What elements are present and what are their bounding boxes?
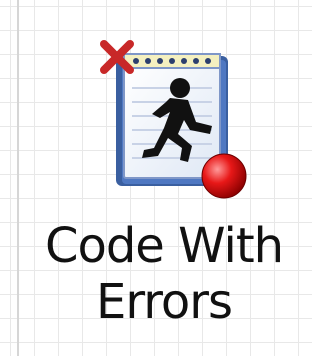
item-label: Code With Errors (36, 218, 292, 330)
item-label-line2: Errors (95, 274, 233, 330)
item-label-line1: Code With (44, 218, 284, 274)
panel-divider (17, 0, 19, 356)
breakpoint-icon (201, 153, 247, 199)
script-error-icon (100, 40, 247, 199)
workspace-canvas: Code With Errors (0, 0, 312, 356)
desktop-item-code-with-errors[interactable]: Code With Errors (36, 20, 292, 340)
